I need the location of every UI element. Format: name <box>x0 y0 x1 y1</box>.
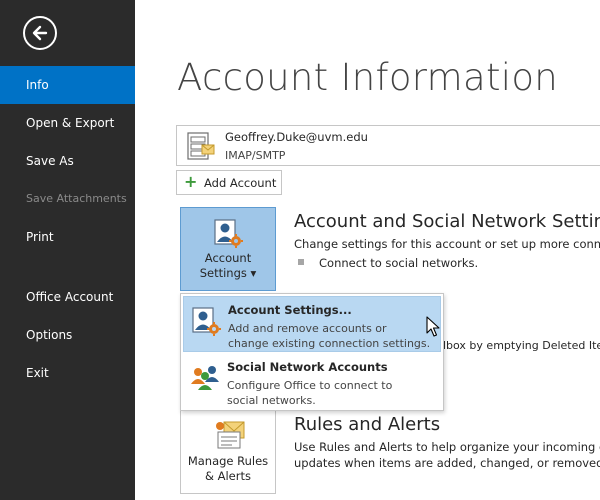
nav-item-save-attachments: Save Attachments <box>26 192 127 205</box>
menu-item-desc: Add and remove accounts or change existi… <box>228 322 431 350</box>
nav-item-save-as[interactable]: Save As <box>0 142 135 180</box>
bullet-square-icon <box>298 259 304 265</box>
menu-item-title: Social Network Accounts <box>227 360 388 374</box>
account-settings-icon <box>192 307 221 336</box>
menu-item-title: Account Settings... <box>228 303 352 317</box>
account-selector[interactable]: Geoffrey.Duke@uvm.edu IMAP/SMTP <box>176 125 600 166</box>
mouse-cursor-icon <box>426 316 440 337</box>
back-button[interactable] <box>23 16 57 50</box>
manage-rules-alerts-button[interactable]: Manage Rules & Alerts <box>180 410 276 494</box>
nav-item-office-account[interactable]: Office Account <box>0 278 135 316</box>
add-account-button[interactable]: + Add Account <box>176 170 282 195</box>
account-settings-dropdown: Account Settings... Add and remove accou… <box>180 293 444 411</box>
menu-item-account-settings[interactable]: Account Settings... Add and remove accou… <box>183 296 441 352</box>
account-settings-section-desc: Change settings for this account or set … <box>294 237 600 251</box>
rules-section-desc-line1: Use Rules and Alerts to help organize yo… <box>294 440 600 454</box>
rules-section-desc-line2: updates when items are added, changed, o… <box>294 456 600 470</box>
rules-section-title: Rules and Alerts <box>294 414 441 435</box>
plus-icon: + <box>184 172 198 191</box>
account-email: Geoffrey.Duke@uvm.edu <box>225 130 368 144</box>
manage-rules-label: Manage Rules & Alerts <box>187 454 269 483</box>
nav-item-info[interactable]: Info <box>0 66 135 104</box>
nav-item-options[interactable]: Options <box>0 316 135 354</box>
account-settings-label: Account Settings ▾ <box>199 251 257 280</box>
nav-item-exit[interactable]: Exit <box>0 354 135 392</box>
rules-alerts-icon <box>216 421 245 449</box>
social-networks-bullet: Connect to social networks. <box>319 256 479 270</box>
nav-item-open-export[interactable]: Open & Export <box>0 104 135 142</box>
social-network-icon <box>191 366 219 390</box>
back-arrow-icon <box>32 25 48 41</box>
nav-item-print[interactable]: Print <box>0 218 135 256</box>
account-settings-icon <box>214 219 243 248</box>
account-settings-button[interactable]: Account Settings ▾ <box>180 207 276 291</box>
mailbox-icon <box>187 132 215 160</box>
mailbox-cleanup-partial-text: lbox by emptying Deleted Ite <box>443 339 600 352</box>
add-account-label: Add Account <box>204 176 277 190</box>
menu-item-desc: Configure Office to connect to social ne… <box>227 379 393 407</box>
account-type: IMAP/SMTP <box>225 149 286 162</box>
backstage-sidebar: Info Open & Export Save As Save Attachme… <box>0 0 135 500</box>
account-settings-section-title: Account and Social Network Settings <box>294 211 600 232</box>
page-title: Account Information <box>177 56 559 99</box>
menu-item-social-network-accounts[interactable]: Social Network Accounts Configure Office… <box>183 354 441 410</box>
